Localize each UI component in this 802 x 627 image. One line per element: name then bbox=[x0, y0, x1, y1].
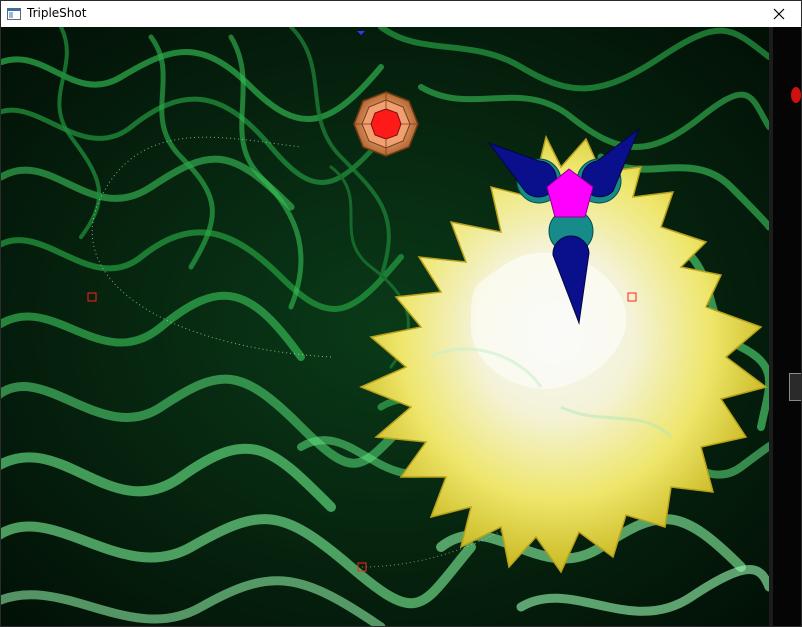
close-button[interactable] bbox=[757, 1, 801, 27]
title-bar[interactable]: TripleShot bbox=[1, 1, 801, 27]
close-icon bbox=[773, 8, 785, 20]
app-window-icon bbox=[7, 8, 21, 20]
game-viewport[interactable] bbox=[1, 27, 769, 627]
side-panel-edge bbox=[769, 27, 773, 626]
radar-blip bbox=[791, 87, 801, 103]
orange-mine bbox=[353, 91, 419, 157]
app-window: TripleShot bbox=[0, 0, 802, 627]
window-title: TripleShot bbox=[27, 6, 87, 20]
scrollbar-thumb[interactable] bbox=[789, 373, 801, 401]
game-canvas[interactable] bbox=[1, 27, 769, 627]
side-panel bbox=[769, 27, 801, 626]
